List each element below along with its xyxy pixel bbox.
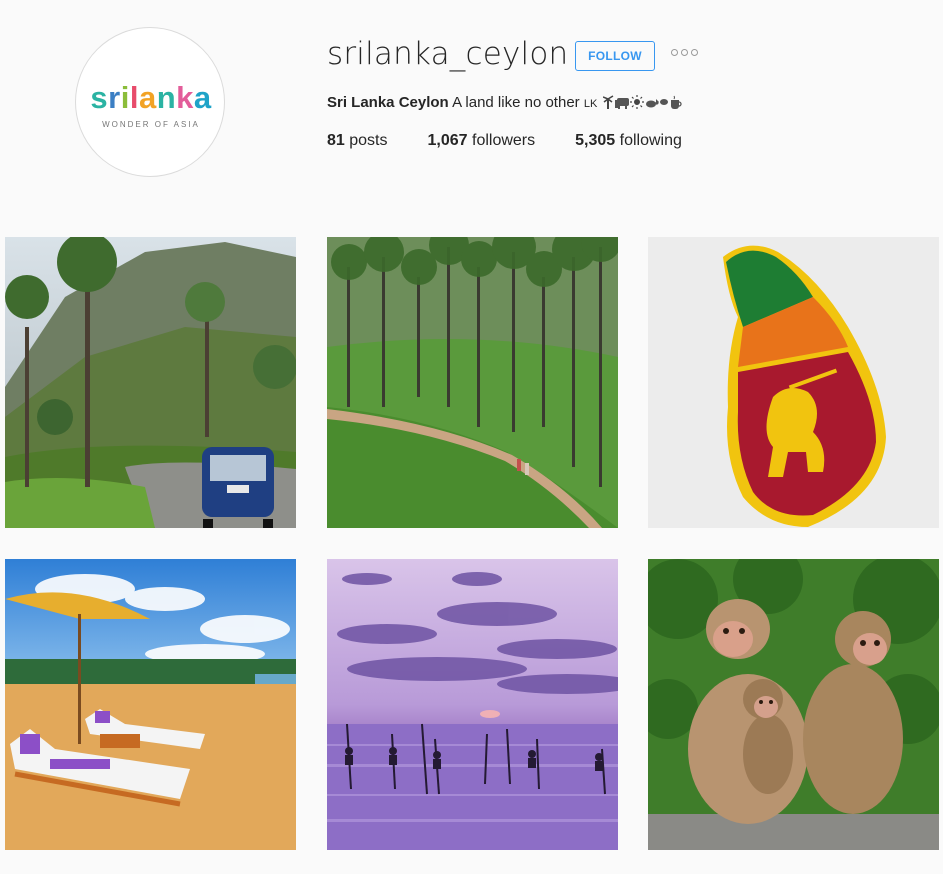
tuk-tuk-road-photo [5,237,296,528]
stilt-fishermen-sunset-photo [327,559,618,850]
profile-bio: Sri Lanka Ceylon A land like no other LK [327,94,683,114]
posts-count: 81 [327,132,345,149]
following-stat[interactable]: 5,305 following [575,132,682,150]
post-tile[interactable] [327,559,618,850]
posts-stat: 81 posts [327,132,388,150]
post-tile[interactable] [648,237,939,528]
dot-icon [691,49,698,56]
dot-icon [671,49,678,56]
post-tile[interactable] [327,237,618,528]
followers-stat[interactable]: 1,067 followers [428,132,536,150]
post-tile[interactable] [5,559,296,850]
profile-avatar[interactable]: srilanka WONDER OF ASIA [75,27,225,177]
tea-plantation-photo [327,237,618,528]
tea-cup-icon [671,95,683,109]
followers-label: followers [472,132,536,149]
bio-emoji-icons [603,94,683,114]
monkeys-photo [648,559,939,850]
posts-label: posts [349,132,388,149]
palm-tree-icon [603,95,614,109]
srilanka-logo-icon: srilanka WONDER OF ASIA [90,80,212,129]
svg-text:srilanka: srilanka [90,80,212,115]
dot-icon [681,49,688,56]
following-count: 5,305 [575,132,616,149]
more-options-button[interactable] [671,49,698,56]
logo-tagline: WONDER OF ASIA [102,120,200,129]
elephant-icon [615,98,630,109]
followers-count: 1,067 [427,132,468,149]
profile-stats: 81 posts 1,067 followers 5,305 following [327,132,722,150]
following-label: following [619,132,682,149]
post-tile[interactable] [648,559,939,850]
beach-loungers-photo [5,559,296,850]
follow-button[interactable]: FOLLOW [575,41,655,71]
profile-username: srilanka_ceylon [327,36,569,72]
sri-lanka-flag-map-photo [648,237,939,528]
flag-lk-label: LK [583,98,598,110]
bio-text: A land like no other [452,94,580,111]
profile-full-name: Sri Lanka Ceylon [327,94,449,111]
post-tile[interactable] [5,237,296,528]
sun-icon [630,95,645,109]
